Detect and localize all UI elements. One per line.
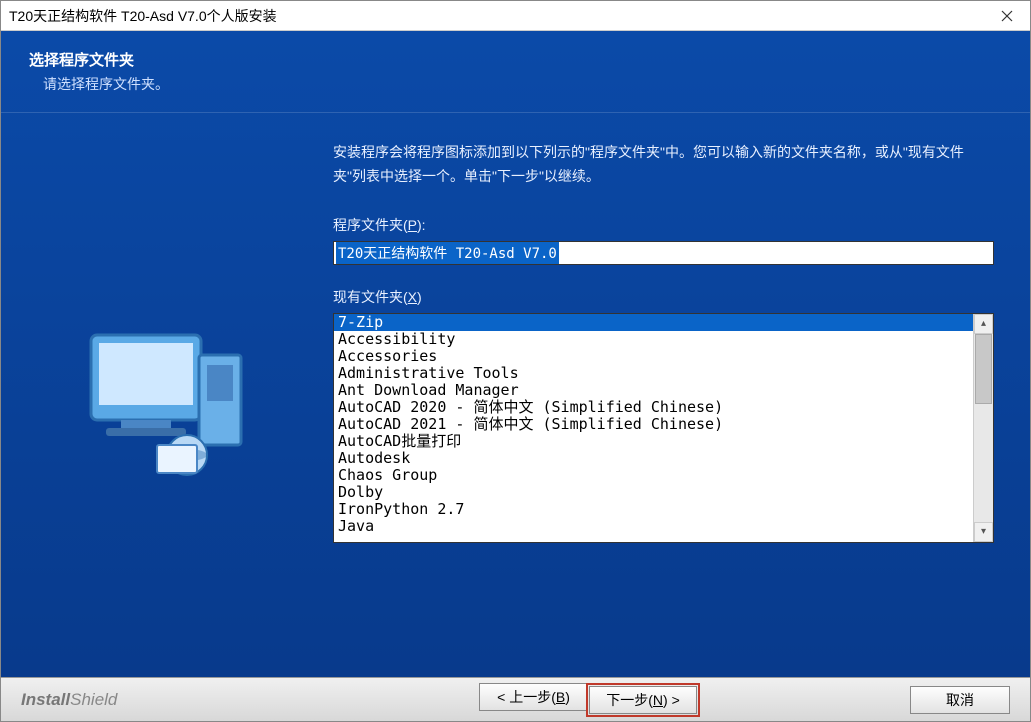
scrollbar[interactable]: ▴ ▾ [973,314,993,542]
wizard-header: 选择程序文件夹 请选择程序文件夹。 [1,31,1030,113]
nav-button-group: < 上一步(B) 下一步(N) > [479,683,700,717]
window-title: T20天正结构软件 T20-Asd V7.0个人版安装 [9,6,277,26]
page-subtitle: 请选择程序文件夹。 [29,74,1030,94]
program-folder-input[interactable]: T20天正结构软件 T20-Asd V7.0 [333,241,994,265]
list-item[interactable]: Ant Download Manager [334,382,973,399]
cancel-button[interactable]: 取消 [910,686,1010,714]
content-area: 选择程序文件夹 请选择程序文件夹。 [1,31,1030,677]
list-item[interactable]: Administrative Tools [334,365,973,382]
list-item[interactable]: Accessories [334,348,973,365]
list-item[interactable]: AutoCAD 2021 - 简体中文 (Simplified Chinese) [334,416,973,433]
list-item[interactable]: IronPython 2.7 [334,501,973,518]
close-button[interactable] [992,6,1022,26]
titlebar: T20天正结构软件 T20-Asd V7.0个人版安装 [1,1,1030,31]
program-folder-label: 程序文件夹(P): [333,215,994,235]
scroll-thumb[interactable] [975,334,992,404]
close-icon [1001,10,1013,22]
list-item[interactable]: AutoCAD批量打印 [334,433,973,450]
page-title: 选择程序文件夹 [29,49,1030,70]
wizard-footer: InstallShield < 上一步(B) 下一步(N) > 取消 [1,677,1030,721]
scroll-track[interactable] [974,334,993,522]
wizard-sidebar [1,113,321,677]
installshield-logo: InstallShield [21,690,117,710]
scroll-down-button[interactable]: ▾ [974,522,993,542]
list-item[interactable]: Autodesk [334,450,973,467]
installer-graphic [61,295,261,495]
list-item[interactable]: Chaos Group [334,467,973,484]
next-button[interactable]: 下一步(N) > [589,686,697,714]
list-item[interactable]: Dolby [334,484,973,501]
description-text: 安装程序会将程序图标添加到以下列示的"程序文件夹"中。您可以输入新的文件夹名称，… [333,141,994,189]
existing-folders-label: 现有文件夹(X) [333,287,994,307]
list-item[interactable]: Java [334,518,973,535]
wizard-body: 安装程序会将程序图标添加到以下列示的"程序文件夹"中。您可以输入新的文件夹名称，… [1,113,1030,677]
list-item[interactable]: 7-Zip [334,314,973,331]
wizard-main: 安装程序会将程序图标添加到以下列示的"程序文件夹"中。您可以输入新的文件夹名称，… [321,113,1030,677]
program-folder-value: T20天正结构软件 T20-Asd V7.0 [336,242,559,264]
back-button[interactable]: < 上一步(B) [479,683,587,711]
listbox-items: 7-ZipAccessibilityAccessoriesAdministrat… [334,314,973,542]
next-button-highlight: 下一步(N) > [586,683,700,717]
existing-folders-listbox[interactable]: 7-ZipAccessibilityAccessoriesAdministrat… [333,313,994,543]
installer-window: T20天正结构软件 T20-Asd V7.0个人版安装 选择程序文件夹 请选择程… [0,0,1031,722]
scroll-up-button[interactable]: ▴ [974,314,993,334]
list-item[interactable]: Accessibility [334,331,973,348]
list-item[interactable]: AutoCAD 2020 - 简体中文 (Simplified Chinese) [334,399,973,416]
